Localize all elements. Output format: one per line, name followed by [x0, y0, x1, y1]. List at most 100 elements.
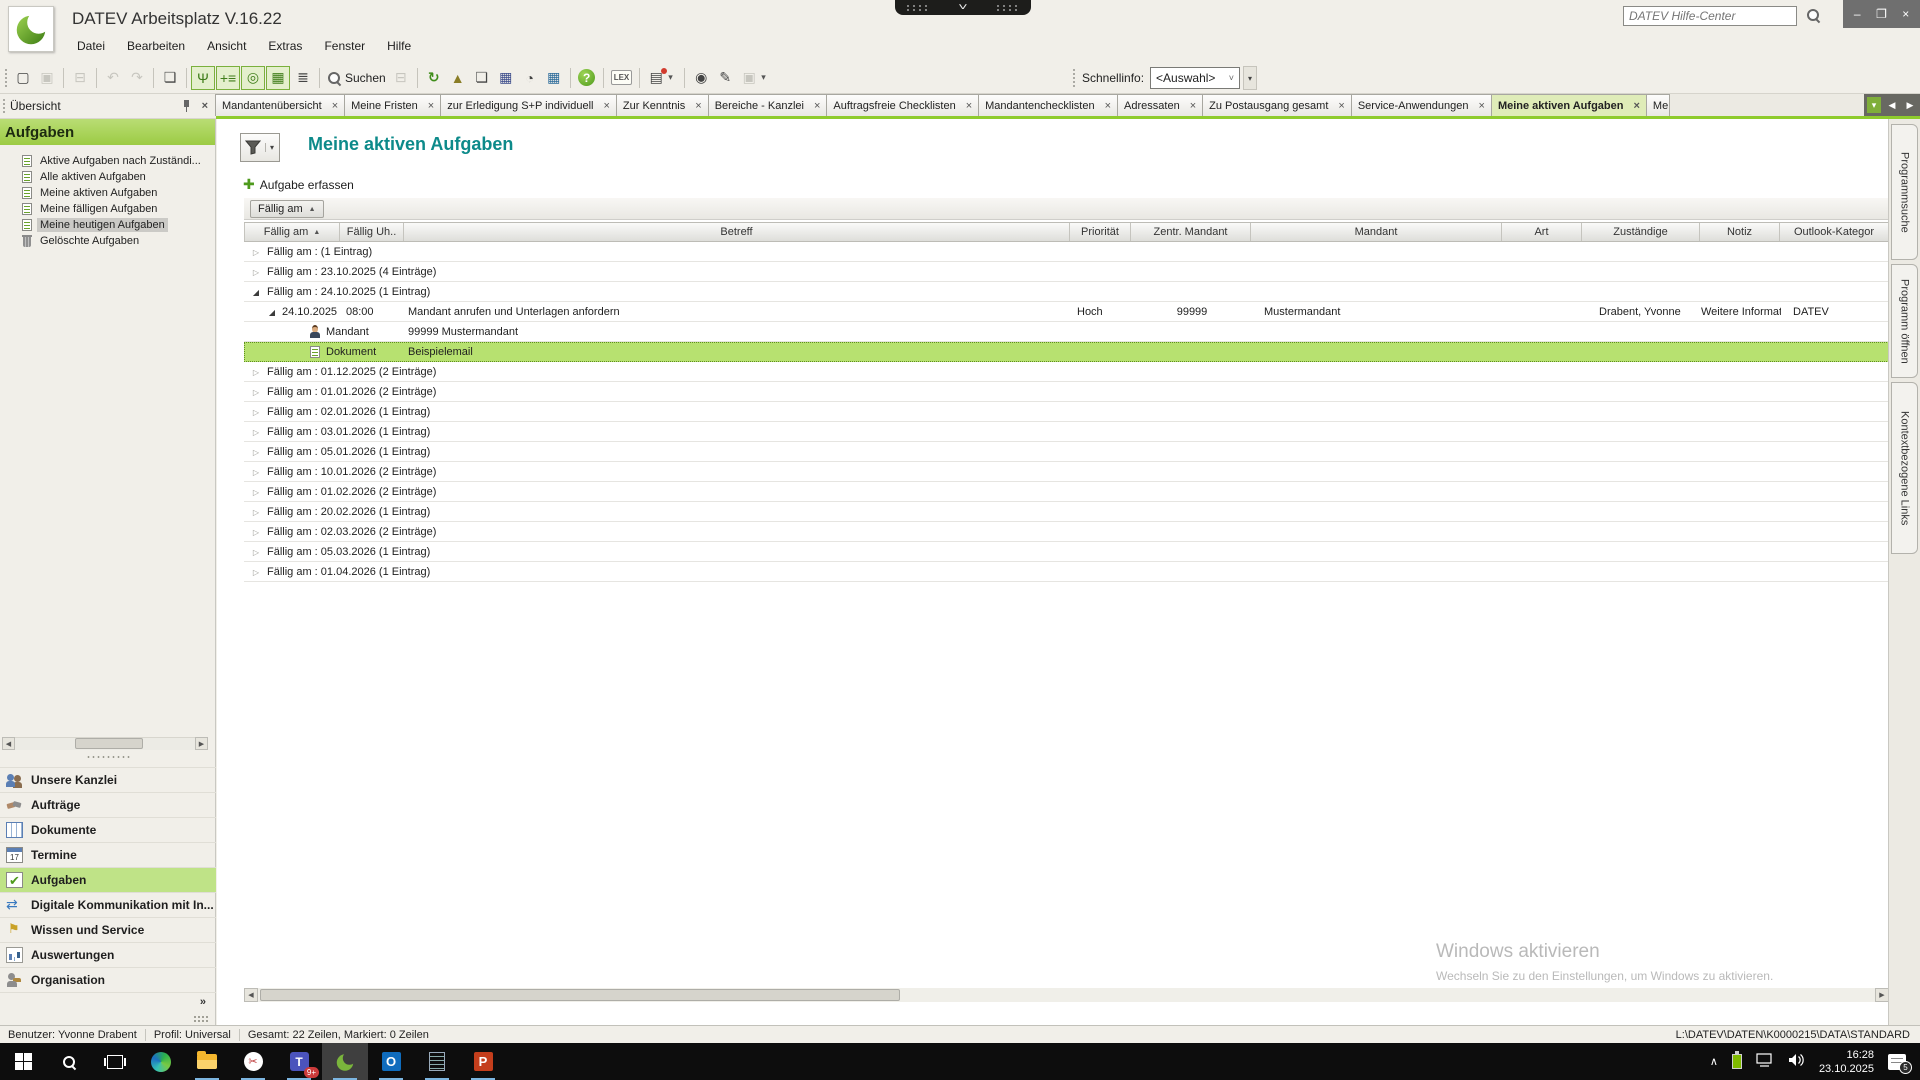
start-button[interactable]	[0, 1043, 46, 1080]
toolbar-overflow-icon[interactable]: ▾	[668, 72, 680, 83]
tab-zu-postausgang[interactable]: Zu Postausgang gesamt	[1202, 94, 1352, 116]
snipping-tool-button[interactable]: ✂	[230, 1043, 276, 1080]
sidebar-item-dokumente[interactable]: Dokumente	[0, 817, 216, 842]
column-header-art[interactable]: Art	[1502, 223, 1582, 241]
package-button[interactable]: ▣	[737, 66, 761, 90]
scrollbar-thumb[interactable]	[260, 989, 900, 1001]
menu-ansicht[interactable]: Ansicht	[196, 36, 257, 56]
table-row-group[interactable]: Fällig am : 02.03.2026 (2 Einträge)	[244, 522, 1889, 542]
expander-icon[interactable]	[266, 306, 278, 318]
tree-item-meine-heutigen-aufgaben[interactable]: Meine heutigen Aufgaben	[22, 217, 215, 233]
print-preview-button[interactable]: ⊟	[389, 66, 413, 90]
vtab-programmsuche[interactable]: Programmsuche	[1891, 124, 1918, 260]
tray-clock[interactable]: 16:28 23.10.2025	[1819, 1048, 1874, 1076]
tab-zur-kenntnis[interactable]: Zur Kenntnis	[615, 94, 709, 116]
expander-icon[interactable]	[250, 546, 262, 558]
close-tab-icon[interactable]	[1338, 100, 1344, 112]
notepad-button[interactable]	[414, 1043, 460, 1080]
search-button[interactable]: Suchen	[324, 66, 389, 90]
sidebar-item-auftraege[interactable]: Aufträge	[0, 792, 216, 817]
network-icon[interactable]	[1756, 1053, 1774, 1070]
chevron-down-icon[interactable]: ˅	[958, 2, 967, 12]
chevron-down-icon[interactable]: ▾	[265, 143, 278, 152]
speaker-icon[interactable]	[1788, 1053, 1805, 1070]
sidebar-splitter-grip[interactable]	[0, 755, 216, 763]
scrollbar-track[interactable]	[258, 988, 1875, 1002]
table-row-group[interactable]: Fällig am : 23.10.2025 (4 Einträge)	[244, 262, 1889, 282]
copy-pages-button[interactable]: ❏	[470, 66, 494, 90]
tab-clipped[interactable]: Me	[1645, 94, 1670, 116]
table-row-group[interactable]: Fällig am : 20.02.2026 (1 Eintrag)	[244, 502, 1889, 522]
sidebar-item-auswertungen[interactable]: Auswertungen	[0, 942, 216, 967]
battery-icon[interactable]	[1731, 1051, 1742, 1069]
restore-button[interactable]: ❐	[1872, 7, 1892, 21]
expander-icon[interactable]	[250, 266, 262, 278]
history-button[interactable]: ◉	[689, 66, 713, 90]
table-row-link-mandant[interactable]: Mandant 99999 Mustermandant	[244, 322, 1889, 342]
datev-taskbar-button[interactable]	[322, 1043, 368, 1080]
table-row-group[interactable]: Fällig am : 02.01.2026 (1 Eintrag)	[244, 402, 1889, 422]
close-tab-icon[interactable]	[966, 100, 972, 112]
expander-icon[interactable]	[250, 426, 262, 438]
send-button[interactable]: ▲	[446, 66, 470, 90]
task-view-button[interactable]	[92, 1043, 138, 1080]
note-badge-button[interactable]: ▤	[644, 66, 668, 90]
table-row-group[interactable]: Fällig am : 05.01.2026 (1 Eintrag)	[244, 442, 1889, 462]
menu-extras[interactable]: Extras	[257, 36, 313, 56]
expander-icon[interactable]	[250, 486, 262, 498]
edge-button[interactable]	[138, 1043, 184, 1080]
table-row-task[interactable]: 24.10.2025 08:00 Mandant anrufen und Unt…	[244, 302, 1889, 322]
menu-bearbeiten[interactable]: Bearbeiten	[116, 36, 196, 56]
expander-icon[interactable]	[250, 406, 262, 418]
tray-chevron-up-icon[interactable]: ∧	[1710, 1055, 1718, 1068]
close-tab-icon[interactable]	[1633, 100, 1639, 112]
close-button[interactable]: ×	[1896, 7, 1916, 21]
close-tab-icon[interactable]	[332, 100, 338, 112]
close-icon[interactable]: ×	[202, 100, 208, 112]
expander-icon[interactable]	[250, 526, 262, 538]
expander-icon[interactable]	[250, 566, 262, 578]
help-search-input[interactable]	[1623, 6, 1797, 26]
vtab-kontextbezogene-links[interactable]: Kontextbezogene Links	[1891, 382, 1918, 554]
column-header-mandant[interactable]: Mandant	[1251, 223, 1502, 241]
close-tab-icon[interactable]	[1190, 100, 1196, 112]
column-header-outlook-kategorie[interactable]: Outlook-Kategor	[1780, 223, 1888, 241]
redo-button[interactable]: ↷	[125, 66, 149, 90]
tree-item-geloeschte-aufgaben[interactable]: Gelöschte Aufgaben	[22, 233, 215, 249]
menu-datei[interactable]: Datei	[66, 36, 116, 56]
tree-item-meine-faelligen-aufgaben[interactable]: Meine fälligen Aufgaben	[22, 201, 215, 217]
column-header-betreff[interactable]: Betreff	[404, 223, 1070, 241]
tab-auftragsfreie-checklisten[interactable]: Auftragsfreie Checklisten	[826, 94, 980, 116]
table-row-group[interactable]: Fällig am : 01.12.2025 (2 Einträge)	[244, 362, 1889, 382]
close-tab-icon[interactable]	[1105, 100, 1111, 112]
scroll-left-icon[interactable]: ◀	[2, 737, 15, 750]
table-row-group[interactable]: Fällig am : 01.02.2026 (2 Einträge)	[244, 482, 1889, 502]
lex-button[interactable]: LEX	[608, 66, 636, 90]
new-document-button[interactable]: ▢	[11, 66, 35, 90]
expander-icon[interactable]	[250, 386, 262, 398]
menu-fenster[interactable]: Fenster	[313, 36, 376, 56]
table-row-link-dokument[interactable]: Dokument Beispielemail	[244, 342, 1889, 362]
table-row-group[interactable]: Fällig am : (1 Eintrag)	[244, 242, 1889, 262]
expander-icon[interactable]	[250, 366, 262, 378]
minimize-button[interactable]: –	[1847, 7, 1867, 21]
scrollbar-thumb[interactable]	[75, 738, 143, 749]
table-row-group[interactable]: Fällig am : 24.10.2025 (1 Eintrag)	[244, 282, 1889, 302]
tree-item-meine-aktiven-aufgaben[interactable]: Meine aktiven Aufgaben	[22, 185, 215, 201]
outlook-button[interactable]: O	[368, 1043, 414, 1080]
undo-button[interactable]: ↶	[101, 66, 125, 90]
screen-share-toolbar[interactable]: ˅	[895, 0, 1031, 15]
close-tab-icon[interactable]	[603, 100, 609, 112]
scroll-tabs-right-icon[interactable]: ▶	[1903, 100, 1917, 111]
sidebar-expand-button[interactable]: »	[0, 992, 216, 1010]
sidebar-item-unsere-kanzlei[interactable]: Unsere Kanzlei	[0, 767, 216, 792]
filter-button[interactable]: ▾	[240, 133, 280, 162]
table-row-group[interactable]: Fällig am : 10.01.2026 (2 Einträge)	[244, 462, 1889, 482]
toolbar-overflow-icon[interactable]: ▾	[1243, 66, 1258, 90]
tree-item-aktive-aufgaben-nach-zustaendigkeit[interactable]: Aktive Aufgaben nach Zuständi...	[22, 153, 215, 169]
tile-view-button[interactable]: ▦	[266, 65, 290, 90]
menu-hilfe[interactable]: Hilfe	[376, 36, 422, 56]
expander-icon[interactable]	[250, 506, 262, 518]
sidebar-item-organisation[interactable]: Organisation	[0, 967, 216, 992]
duplicate-button[interactable]: ❏	[158, 66, 182, 90]
